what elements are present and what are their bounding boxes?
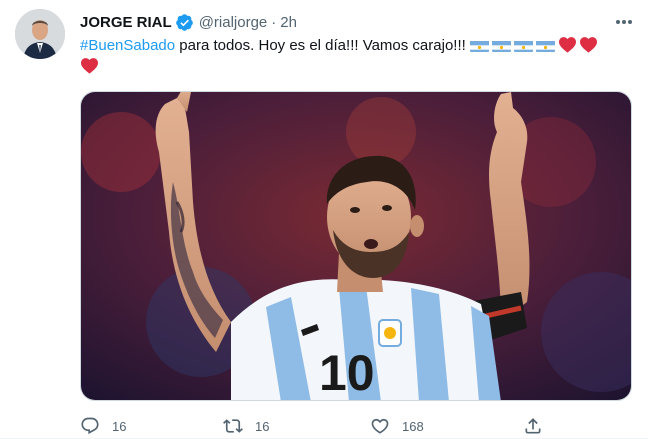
verified-badge-icon: [175, 13, 194, 32]
flag-argentina-icon: [513, 39, 533, 52]
action-bar: 16 16 168: [80, 414, 560, 438]
like-icon: [371, 418, 389, 434]
tweet-header: JORGE RIAL @rialjorge · 2h: [80, 11, 608, 33]
tweet-body-text: para todos. Hoy es el día!!! Vamos caraj…: [175, 37, 470, 54]
flag-argentina-icon: [535, 39, 555, 52]
hashtag-link[interactable]: #BuenSabado: [80, 37, 175, 54]
tweet-text: #BuenSabado para todos. Hoy es el día!!!…: [80, 35, 636, 77]
reply-icon: [81, 417, 99, 435]
retweet-button[interactable]: 16: [223, 414, 269, 438]
flag-argentina-icon: [491, 39, 511, 52]
separator: ·: [271, 13, 277, 31]
tweet-media-photo[interactable]: 10: [80, 91, 632, 401]
share-button[interactable]: [523, 414, 555, 438]
share-icon: [525, 418, 541, 434]
reply-count: 16: [112, 418, 127, 434]
avatar[interactable]: [15, 9, 65, 59]
reply-button[interactable]: 16: [80, 414, 126, 438]
timestamp[interactable]: 2h: [280, 14, 297, 31]
like-button[interactable]: 168: [370, 414, 424, 438]
author-name[interactable]: JORGE RIAL: [80, 14, 172, 31]
red-heart-icon: [80, 57, 99, 74]
retweet-count: 16: [255, 418, 270, 434]
red-heart-icon: [579, 36, 598, 53]
red-heart-icon: [558, 36, 577, 53]
svg-text:10: 10: [319, 345, 375, 401]
retweet-icon: [223, 419, 243, 433]
like-count: 168: [402, 418, 424, 434]
author-handle[interactable]: @rialjorge: [199, 14, 268, 31]
flag-argentina-icon: [469, 39, 489, 52]
more-options-icon[interactable]: [614, 12, 634, 32]
tweet[interactable]: JORGE RIAL @rialjorge · 2h #BuenSabado p…: [0, 0, 648, 439]
